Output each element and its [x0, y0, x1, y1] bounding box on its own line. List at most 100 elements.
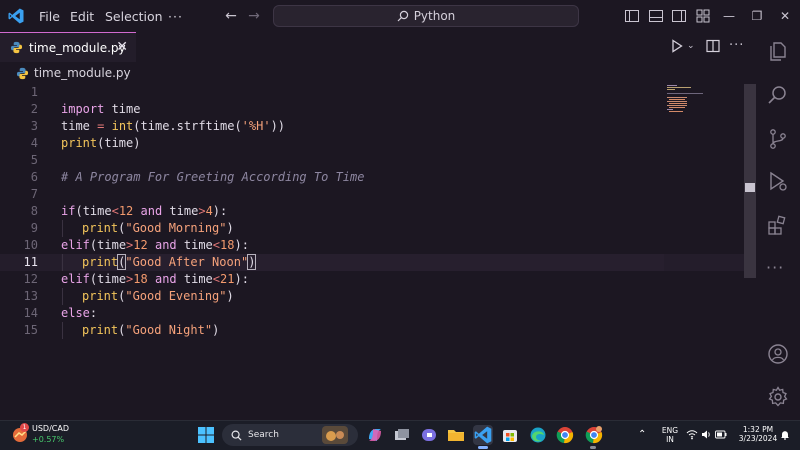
- search-label: Python: [413, 9, 456, 23]
- code-line[interactable]: 5: [0, 152, 744, 169]
- notification-bell-icon[interactable]: [780, 430, 790, 440]
- minimap[interactable]: [664, 84, 742, 114]
- taskbar-search-label: Search: [248, 430, 279, 440]
- menu-file[interactable]: File: [39, 0, 60, 32]
- chrome-app-icon[interactable]: [555, 425, 575, 445]
- code-token: ): [212, 323, 220, 337]
- tab-close-icon[interactable]: ✕: [116, 39, 128, 55]
- code-line[interactable]: 9 print("Good Morning"): [0, 220, 744, 237]
- vscode-app-icon[interactable]: [473, 425, 493, 445]
- code-token: 18: [220, 238, 235, 252]
- code-line[interactable]: 2 import time: [0, 101, 744, 118]
- windows-start-icon[interactable]: [198, 427, 214, 443]
- line-number: 14: [23, 306, 38, 320]
- customize-layout-icon[interactable]: [695, 8, 711, 24]
- code-line[interactable]: 6 # A Program For Greeting According To T…: [0, 169, 744, 186]
- line-number: 15: [23, 323, 38, 337]
- restore-button[interactable]: ❐: [747, 6, 767, 26]
- volume-icon[interactable]: [701, 429, 712, 440]
- code-text: # A Program For Greeting According To Ti…: [61, 169, 364, 186]
- extensions-icon[interactable]: [766, 213, 790, 237]
- code-token: if: [61, 204, 76, 218]
- taskbar-search[interactable]: Search: [222, 424, 358, 446]
- line-number: 12: [23, 272, 38, 286]
- code-editor[interactable]: 1 2 import time 3 time = int(time.strftime('…: [0, 84, 744, 420]
- code-token: time: [97, 272, 127, 286]
- code-token: ): [133, 136, 141, 150]
- code-line[interactable]: 8 if(time<12 and time>4):: [0, 203, 744, 220]
- chrome-profile-app-icon[interactable]: [584, 425, 604, 445]
- code-token: print: [82, 221, 119, 235]
- code-token: ):: [212, 204, 228, 218]
- split-editor-icon[interactable]: [706, 39, 720, 53]
- code-token: "Good After Noon": [125, 255, 249, 269]
- code-line[interactable]: 13 print("Good Evening"): [0, 288, 744, 305]
- toggle-primary-sidebar-icon[interactable]: [624, 8, 640, 24]
- settings-gear-icon[interactable]: [766, 385, 790, 409]
- toggle-panel-icon[interactable]: [648, 8, 664, 24]
- command-center-search[interactable]: Python: [273, 5, 579, 27]
- code-line[interactable]: 7: [0, 186, 744, 203]
- toggle-secondary-sidebar-icon[interactable]: [671, 8, 687, 24]
- file-explorer-app-icon[interactable]: [446, 425, 466, 445]
- code-token: "Good Morning": [125, 221, 227, 235]
- tab-time-module[interactable]: time_module.py ✕: [0, 32, 136, 62]
- more-icon[interactable]: ···: [766, 258, 784, 277]
- indent-guide: [62, 322, 63, 339]
- tray-overflow-chevron-icon[interactable]: ⌃: [638, 429, 646, 440]
- vscode-logo-icon[interactable]: [7, 7, 25, 25]
- line-number: 6: [30, 170, 38, 184]
- code-token: (: [133, 119, 141, 133]
- code-token: )): [270, 119, 286, 133]
- code-line[interactable]: 15 print("Good Night"): [0, 322, 744, 339]
- run-debug-icon[interactable]: [766, 170, 790, 194]
- menu-edit[interactable]: Edit: [70, 0, 94, 32]
- code-token: (: [75, 204, 83, 218]
- code-token: elif: [61, 238, 90, 252]
- menu-more[interactable]: ···: [168, 0, 183, 32]
- close-button[interactable]: ✕: [775, 6, 795, 26]
- run-python-file-icon[interactable]: [671, 39, 683, 53]
- menu-selection[interactable]: Selection: [105, 0, 163, 32]
- code-line[interactable]: 10 elif(time>12 and time<18):: [0, 237, 744, 254]
- breadcrumb-file[interactable]: time_module.py: [34, 66, 131, 80]
- edge-app-icon[interactable]: [528, 425, 548, 445]
- explorer-icon[interactable]: [766, 40, 790, 64]
- code-token: time.strftime: [140, 119, 235, 133]
- account-icon[interactable]: [766, 342, 790, 366]
- teams-app-icon[interactable]: [419, 425, 439, 445]
- run-options-chevron-icon[interactable]: ⌄: [687, 41, 695, 51]
- code-line[interactable]: 14 else:: [0, 305, 744, 322]
- store-app-icon[interactable]: [500, 425, 520, 445]
- line-number: 1: [30, 85, 38, 99]
- code-text: print("Good After Noon"): [82, 254, 257, 271]
- code-token: and: [154, 272, 177, 286]
- region-label: IN: [666, 435, 674, 444]
- code-token: ): [226, 289, 234, 303]
- code-token: print: [61, 136, 98, 150]
- code-line[interactable]: 12 elif(time>18 and time<21):: [0, 271, 744, 288]
- task-view-app-icon[interactable]: [392, 425, 412, 445]
- code-text: print("Good Morning"): [82, 220, 234, 237]
- code-line[interactable]: 11 print("Good After Noon"): [0, 254, 744, 271]
- code-token: (: [234, 119, 242, 133]
- vscode-window: { "menu": { "file": "File", "edit": "Edi…: [0, 0, 800, 450]
- code-line[interactable]: 4 print(time): [0, 135, 744, 152]
- clock[interactable]: 1:32 PM 3/23/2024: [735, 425, 781, 443]
- code-token: import: [61, 102, 105, 116]
- code-line[interactable]: 1: [0, 84, 744, 101]
- copilot-app-icon[interactable]: [365, 425, 385, 445]
- minimize-button[interactable]: —: [719, 6, 739, 26]
- more-actions-icon[interactable]: ···: [729, 38, 744, 53]
- vertical-scrollbar[interactable]: [744, 84, 756, 278]
- back-arrow-icon[interactable]: ←: [223, 8, 239, 24]
- language-indicator[interactable]: ENG IN: [659, 426, 681, 444]
- running-app-indicator: [590, 446, 596, 449]
- code-text: else:: [61, 305, 97, 322]
- source-control-icon[interactable]: [766, 127, 790, 151]
- forward-arrow-icon[interactable]: →: [246, 8, 262, 24]
- battery-icon[interactable]: [715, 430, 727, 439]
- search-icon[interactable]: [766, 83, 790, 107]
- wifi-icon[interactable]: [686, 429, 698, 440]
- code-line[interactable]: 3 time = int(time.strftime('%H')): [0, 118, 744, 135]
